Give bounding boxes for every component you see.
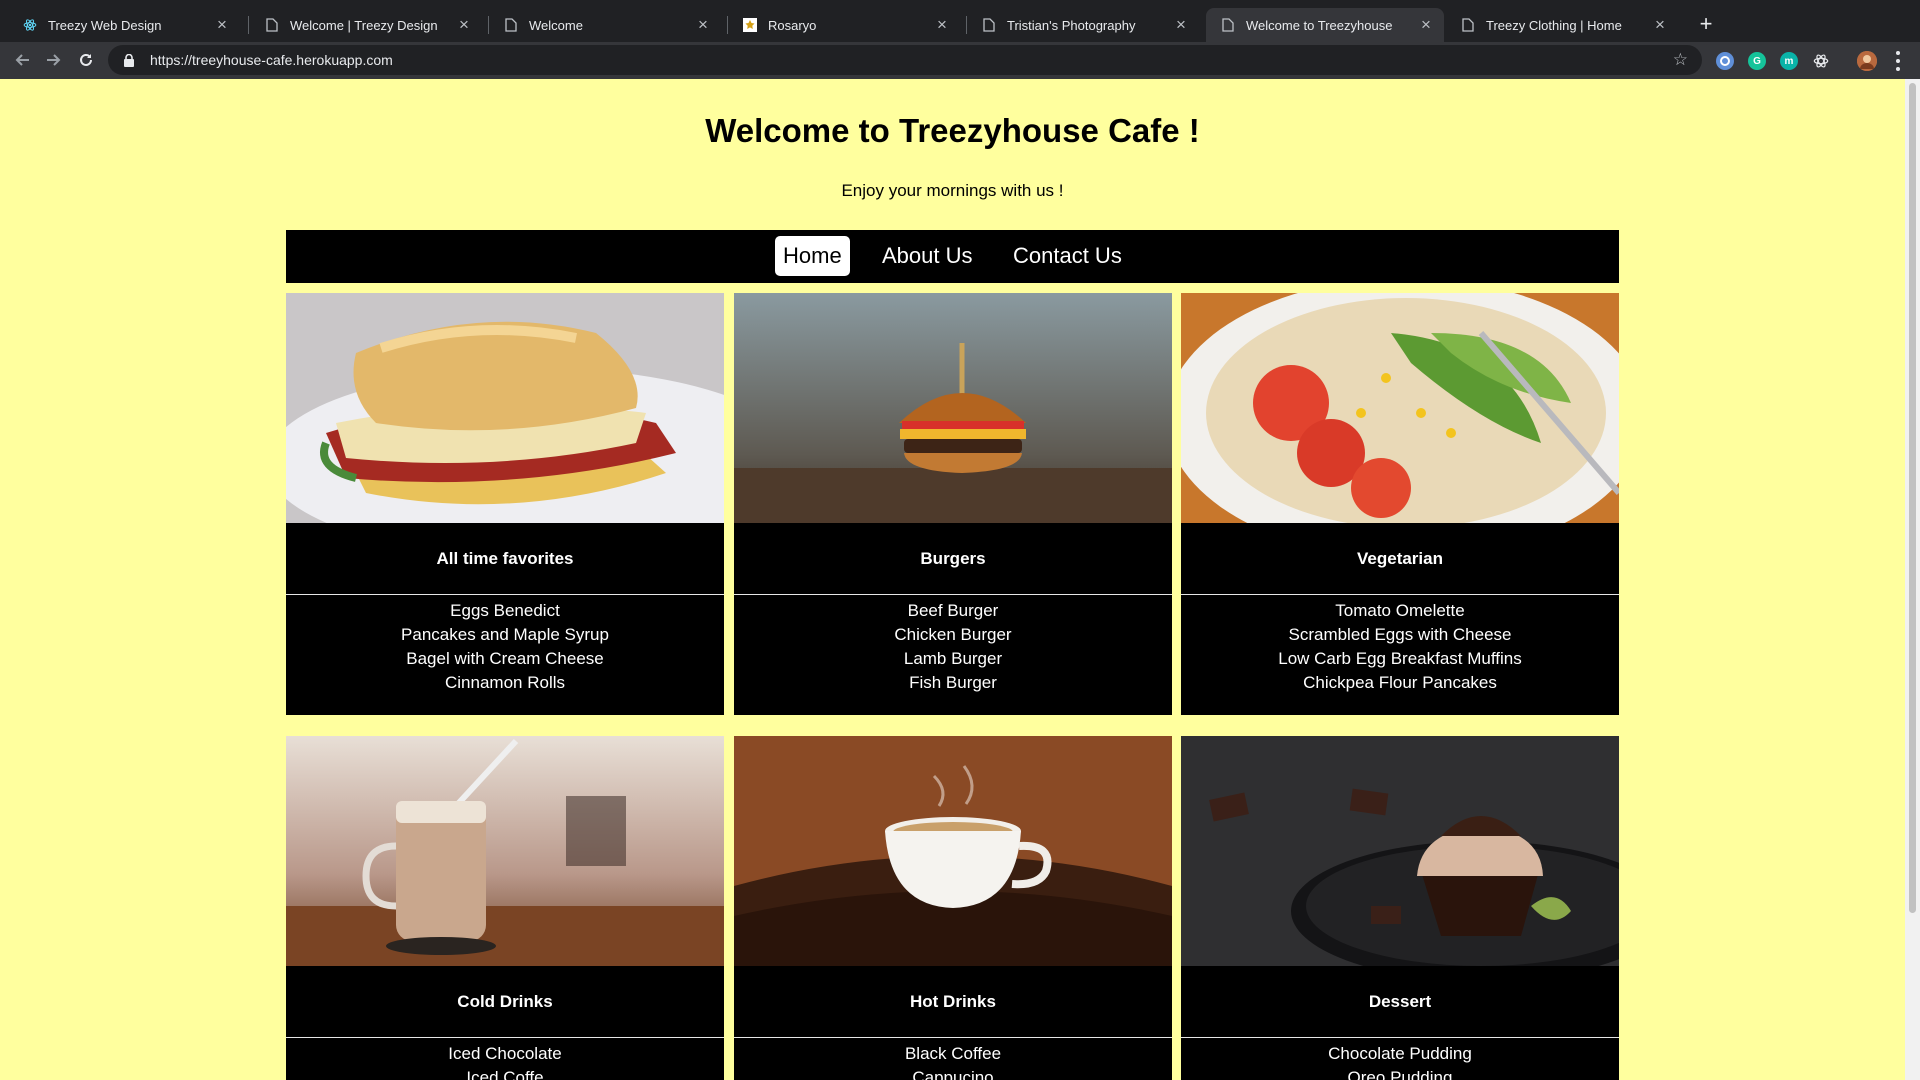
chrome-menu-icon[interactable] (1890, 51, 1906, 71)
menu-item: Fish Burger (909, 673, 997, 692)
lock-icon[interactable] (122, 53, 136, 67)
category-title: Hot Drinks (734, 966, 1172, 1038)
menu-items: Black Coffee Cappucino (734, 1042, 1172, 1080)
rosaryo-icon (742, 17, 758, 33)
main-nav: Home About Us Contact Us (286, 230, 1619, 283)
react-devtools-icon[interactable] (1812, 52, 1830, 70)
category-title: Cold Drinks (286, 966, 724, 1038)
tab-title: Welcome | Treezy Design (290, 17, 438, 33)
category-title: All time favorites (286, 523, 724, 595)
menu-item: Lamb Burger (903, 649, 1003, 668)
reload-icon (80, 53, 92, 66)
page-title: Welcome to Treezyhouse Cafe ! (705, 112, 1200, 149)
tab-treezy-clothing[interactable]: Treezy Clothing | Home × (1446, 8, 1678, 42)
tab-title: Rosaryo (768, 17, 817, 33)
url-text[interactable]: https://treeyhouse-cafe.herokuapp.com (150, 52, 393, 68)
menu-item: Scrambled Eggs with Cheese (1288, 625, 1512, 644)
bookmark-star-icon[interactable]: ☆ (1673, 51, 1688, 69)
menu-item: Chicken Burger (894, 625, 1012, 644)
tab-title: Welcome (529, 17, 583, 33)
page-icon (1460, 17, 1476, 33)
tab-divider (248, 16, 249, 34)
menu-items: Iced Chocolate Iced Coffe (286, 1042, 724, 1080)
back-button[interactable] (10, 48, 34, 72)
menu-item: Iced Chocolate (448, 1044, 562, 1063)
menu-item: Chocolate Pudding (1328, 1044, 1472, 1063)
new-tab-button[interactable]: + (1692, 10, 1720, 38)
nav-contact-us[interactable]: Contact Us (1005, 236, 1130, 276)
category-card-dessert: Dessert Chocolate Pudding Oreo Pudding (1181, 736, 1619, 1080)
menu-item: Eggs Benedict (450, 601, 560, 620)
forward-arrow-icon (47, 54, 61, 66)
close-icon[interactable]: × (934, 16, 950, 33)
menu-item: Tomato Omelette (1335, 601, 1465, 620)
tab-title: Treezy Web Design (48, 17, 162, 33)
breakfast-sandwich-image (286, 293, 724, 523)
page-icon (1220, 17, 1236, 33)
menu-item: Pancakes and Maple Syrup (401, 625, 609, 644)
grammarly-icon[interactable]: G (1748, 52, 1766, 70)
menu-items: Eggs Benedict Pancakes and Maple Syrup B… (286, 599, 724, 695)
page-icon (264, 17, 280, 33)
page-icon (503, 17, 519, 33)
menu-item: Black Coffee (904, 1044, 1002, 1063)
close-icon[interactable]: × (456, 16, 472, 33)
browser-toolbar: https://treeyhouse-cafe.herokuapp.com ☆ … (0, 42, 1920, 79)
menu-item: Chickpea Flour Pancakes (1303, 673, 1497, 692)
tab-strip: Treezy Web Design × Welcome | Treezy Des… (0, 0, 1920, 42)
menu-item: Beef Burger (907, 601, 999, 620)
menu-item: Cappucino (912, 1068, 994, 1080)
mercury-icon[interactable]: m (1780, 52, 1798, 70)
react-icon (22, 17, 38, 33)
tab-rosaryo[interactable]: Rosaryo × (728, 8, 960, 42)
tab-treezy-web-design[interactable]: Treezy Web Design × (8, 8, 240, 42)
tab-welcome[interactable]: Welcome × (489, 8, 721, 42)
forward-button[interactable] (42, 48, 66, 72)
menu-item: Oreo Pudding (1347, 1068, 1453, 1080)
nav-home[interactable]: Home (775, 236, 850, 276)
close-icon[interactable]: × (1652, 16, 1668, 33)
tab-title: Treezy Clothing | Home (1486, 17, 1622, 33)
coffee-cup-image (734, 736, 1172, 966)
page-scrollbar[interactable] (1905, 79, 1920, 1080)
menu-item: Cinnamon Rolls (445, 673, 565, 692)
category-card-vegetarian: Vegetarian Tomato Omelette Scrambled Egg… (1181, 293, 1619, 715)
category-card-all-time-favorites: All time favorites Eggs Benedict Pancake… (286, 293, 724, 715)
menu-items: Chocolate Pudding Oreo Pudding (1181, 1042, 1619, 1080)
category-title: Burgers (734, 523, 1172, 595)
menu-item: Low Carb Egg Breakfast Muffins (1278, 649, 1522, 668)
category-card-cold-drinks: Cold Drinks Iced Chocolate Iced Coffe (286, 736, 724, 1080)
iced-chocolate-image (286, 736, 724, 966)
chocolate-cupcake-image (1181, 736, 1619, 966)
profile-avatar[interactable] (1857, 51, 1877, 71)
category-card-burgers: Burgers Beef Burger Chicken Burger Lamb … (734, 293, 1172, 715)
tab-title: Tristian's Photography (1007, 17, 1136, 33)
address-bar[interactable]: https://treeyhouse-cafe.herokuapp.com ☆ (108, 45, 1702, 75)
close-icon[interactable]: × (214, 16, 230, 33)
scrollbar-thumb[interactable] (1909, 83, 1916, 913)
tab-tristians-photography[interactable]: Tristian's Photography × (967, 8, 1199, 42)
back-arrow-icon (15, 54, 29, 66)
menu-items: Beef Burger Chicken Burger Lamb Burger F… (734, 599, 1172, 695)
tab-welcome-treezy-design[interactable]: Welcome | Treezy Design × (250, 8, 482, 42)
page-subtitle: Enjoy your mornings with us ! (841, 181, 1064, 200)
menu-items: Tomato Omelette Scrambled Eggs with Chee… (1181, 599, 1619, 695)
extension-icon[interactable] (1716, 52, 1734, 70)
category-title: Vegetarian (1181, 523, 1619, 595)
menu-item: Iced Coffe (466, 1068, 544, 1080)
tab-welcome-to-treezyhouse[interactable]: Welcome to Treezyhouse × (1206, 8, 1444, 42)
category-card-hot-drinks: Hot Drinks Black Coffee Cappucino (734, 736, 1172, 1080)
menu-item: Bagel with Cream Cheese (406, 649, 604, 668)
close-icon[interactable]: × (1418, 16, 1434, 33)
vegetarian-plate-image (1181, 293, 1619, 523)
page-icon (981, 17, 997, 33)
category-title: Dessert (1181, 966, 1619, 1038)
reload-button[interactable] (74, 48, 98, 72)
tab-title: Welcome to Treezyhouse (1246, 17, 1393, 33)
page-viewport: Welcome to Treezyhouse Cafe ! Enjoy your… (0, 79, 1905, 1080)
close-icon[interactable]: × (1173, 16, 1189, 33)
close-icon[interactable]: × (695, 16, 711, 33)
burger-image (734, 293, 1172, 523)
nav-about-us[interactable]: About Us (874, 236, 981, 276)
